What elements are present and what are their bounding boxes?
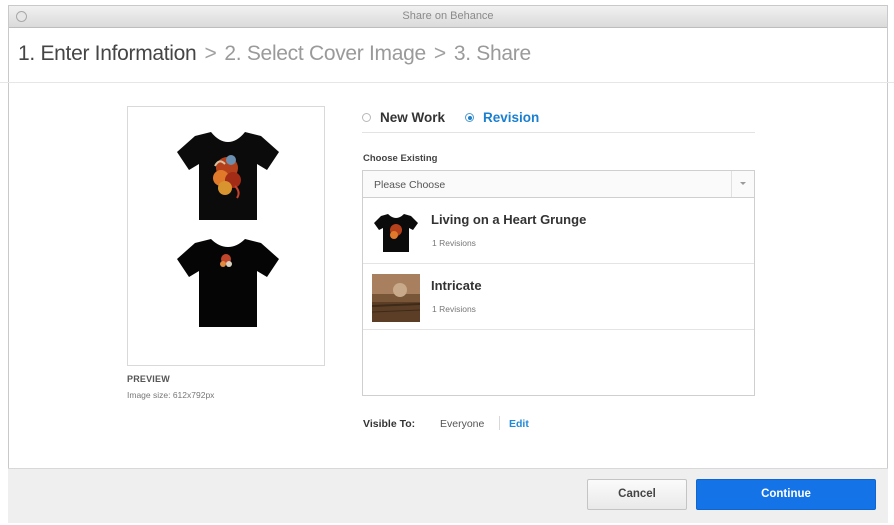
list-item[interactable]: Living on a Heart Grunge 1 Revisions: [363, 198, 754, 264]
divider: [362, 132, 755, 133]
step-share: 3. Share: [453, 42, 531, 65]
title-bar: Share on Behance: [9, 6, 887, 28]
window-title: Share on Behance: [402, 10, 494, 22]
project-title: Intricate: [431, 278, 482, 293]
divider: [0, 82, 894, 83]
select-value: Please Choose: [374, 179, 446, 191]
project-title: Living on a Heart Grunge: [431, 212, 587, 227]
step-breadcrumb: 1. Enter Information >2. Select Cover Ima…: [18, 42, 531, 66]
step-separator: >: [204, 42, 217, 65]
tshirt-front-image: [177, 132, 279, 220]
divider: [499, 416, 500, 430]
project-revisions: 1 Revisions: [432, 304, 476, 314]
visible-to-label: Visible To:: [363, 418, 416, 430]
chevron-down-icon[interactable]: [731, 171, 754, 197]
existing-projects-list: Living on a Heart Grunge 1 Revisions Int…: [362, 198, 755, 396]
step-separator: >: [433, 42, 446, 65]
choose-existing-select[interactable]: Please Choose: [362, 170, 755, 198]
work-type-radio-group: New Work Revision: [362, 107, 559, 127]
tshirt-back-image: [177, 239, 279, 327]
radio-revision[interactable]: [465, 112, 475, 122]
dialog-footer: Cancel Continue: [8, 468, 888, 523]
project-thumbnail: [372, 274, 420, 322]
project-revisions: 1 Revisions: [432, 238, 476, 248]
cancel-button[interactable]: Cancel: [587, 479, 687, 510]
step-select-cover-image: 2. Select Cover Image: [224, 42, 426, 65]
project-thumbnail: [372, 208, 420, 256]
preview-label: PREVIEW: [127, 374, 170, 384]
choose-existing-label: Choose Existing: [363, 153, 438, 164]
visible-to-value: Everyone: [440, 418, 485, 430]
edit-visibility-link[interactable]: Edit: [509, 418, 529, 430]
radio-label-revision[interactable]: Revision: [483, 110, 539, 125]
continue-button[interactable]: Continue: [696, 479, 876, 510]
list-item[interactable]: Intricate 1 Revisions: [363, 264, 754, 330]
radio-new-work[interactable]: [362, 112, 371, 122]
radio-label-new-work[interactable]: New Work: [380, 110, 445, 125]
preview-image: [127, 106, 325, 366]
image-size-text: Image size: 612x792px: [127, 390, 215, 400]
step-enter-information: 1. Enter Information: [18, 42, 197, 65]
